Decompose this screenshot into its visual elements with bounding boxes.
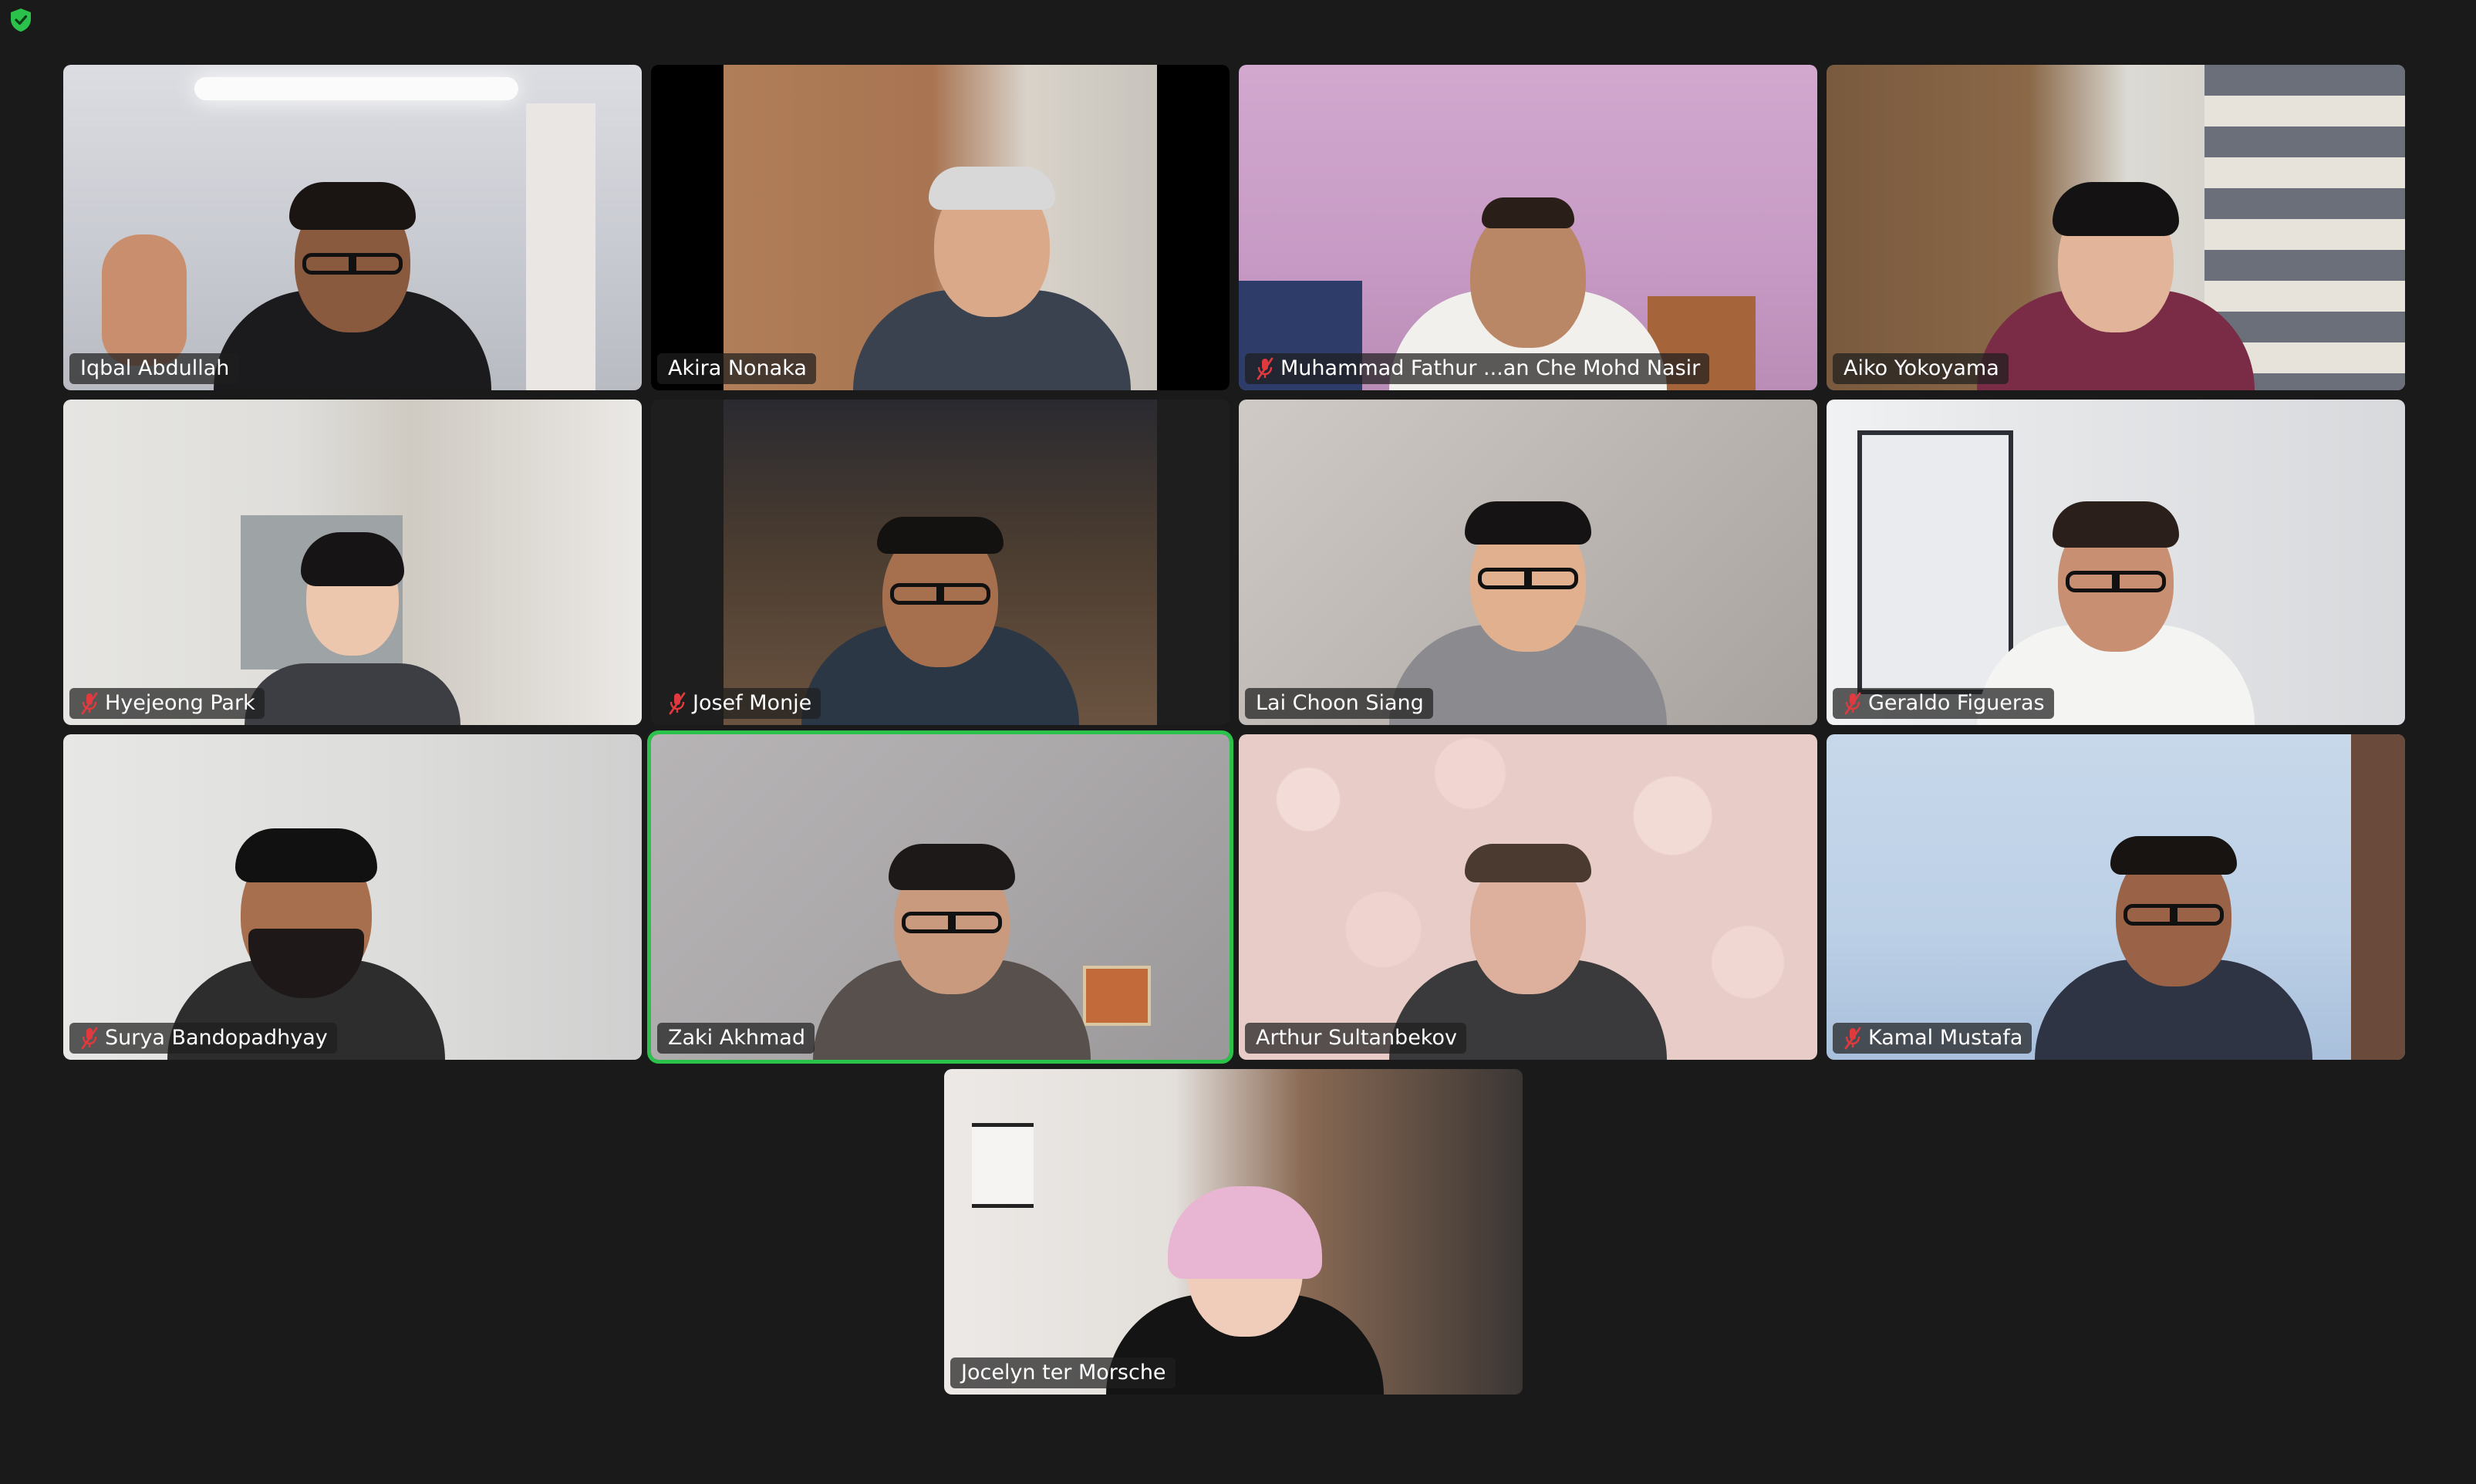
video-tile[interactable]: Geraldo Figueras [1827,400,2405,725]
video-tile[interactable]: Muhammad Fathur ...an Che Mohd Nasir [1239,65,1817,390]
participant-name: Kamal Mustafa [1868,1026,2023,1050]
participant-video [944,1069,1523,1395]
participant-name: Aiko Yokoyama [1844,356,1999,380]
participant-name: Arthur Sultanbekov [1256,1026,1457,1050]
participant-name-tag: Muhammad Fathur ...an Che Mohd Nasir [1245,353,1710,384]
video-tile[interactable]: Arthur Sultanbekov [1239,734,1817,1060]
participant-name: Surya Bandopadhyay [105,1026,328,1050]
participant-name-tag: Geraldo Figueras [1833,688,2054,719]
video-tile[interactable]: Kamal Mustafa [1827,734,2405,1060]
video-tile[interactable]: Aiko Yokoyama [1827,65,2405,390]
video-tile[interactable]: Lai Choon Siang [1239,400,1817,725]
muted-microphone-icon [81,1027,98,1050]
participant-name-tag: Josef Monje [657,688,821,719]
participant-video [651,734,1230,1060]
gallery-view: Iqbal Abdullah Akira Nonaka Muhammad Fat… [0,0,2476,1484]
participant-name: Jocelyn ter Morsche [961,1361,1166,1385]
video-tile[interactable]: Jocelyn ter Morsche [944,1069,1523,1395]
participant-figure [853,159,1132,390]
participant-name-tag: Lai Choon Siang [1245,688,1433,719]
muted-microphone-icon [1844,692,1861,715]
participant-name-tag: Surya Bandopadhyay [69,1023,337,1054]
video-tile[interactable]: Josef Monje [651,400,1230,725]
participant-video [63,65,642,390]
video-tile-active-speaker[interactable]: Zaki Akhmad [647,730,1233,1064]
muted-microphone-icon [81,692,98,715]
participant-name-tag: Aiko Yokoyama [1833,353,2009,384]
participant-video [1239,400,1817,725]
participant-video [1827,734,2405,1060]
participant-video [1239,65,1817,390]
participant-name-tag: Arthur Sultanbekov [1245,1023,1466,1054]
participant-name: Geraldo Figueras [1868,691,2045,715]
participant-name: Muhammad Fathur ...an Che Mohd Nasir [1280,356,1701,380]
participant-name: Akira Nonaka [668,356,807,380]
participant-name: Lai Choon Siang [1256,691,1424,715]
participant-name: Hyejeong Park [105,691,255,715]
participant-figure [245,509,460,725]
participant-name: Josef Monje [693,691,812,715]
participant-video [63,734,642,1060]
participant-name-tag: Akira Nonaka [657,353,816,384]
participant-name-tag: Iqbal Abdullah [69,353,239,384]
participant-name-tag: Hyejeong Park [69,688,265,719]
muted-microphone-icon [1844,1027,1861,1050]
shield-check-icon[interactable] [9,8,32,32]
participant-figure [2035,828,2312,1060]
participant-video [1827,65,2405,390]
participant-name-tag: Zaki Akhmad [657,1023,815,1054]
participant-video [63,400,642,725]
participant-name-tag: Jocelyn ter Morsche [950,1358,1176,1388]
video-tile[interactable]: Akira Nonaka [651,65,1230,390]
participant-name-tag: Kamal Mustafa [1833,1023,2032,1054]
participant-figure [1977,159,2255,390]
participant-video [1239,734,1817,1060]
video-tile[interactable]: Surya Bandopadhyay [63,734,642,1060]
participant-name: Zaki Akhmad [668,1026,805,1050]
video-tile[interactable]: Iqbal Abdullah [63,65,642,390]
participant-figure [214,159,491,390]
participant-video [724,400,1157,725]
participant-figure [801,494,1079,725]
participant-name: Iqbal Abdullah [80,356,230,380]
participant-figure [813,828,1091,1060]
muted-microphone-icon [1257,357,1273,380]
participant-video [724,65,1157,390]
video-tile[interactable]: Hyejeong Park [63,400,642,725]
participant-video [1827,400,2405,725]
muted-microphone-icon [669,692,686,715]
